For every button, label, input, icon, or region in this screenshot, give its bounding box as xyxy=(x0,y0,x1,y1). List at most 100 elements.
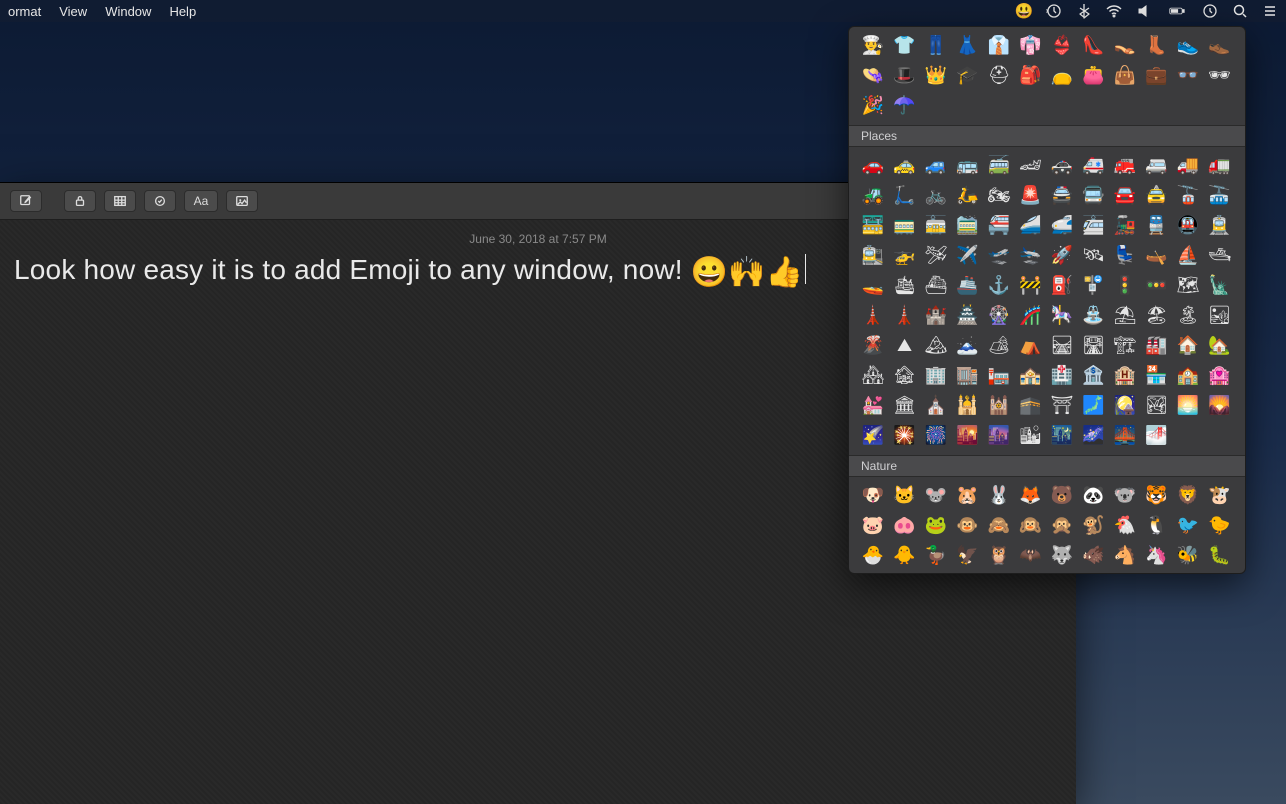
emoji-cell[interactable]: 🛴 xyxy=(893,183,917,207)
volume-icon[interactable] xyxy=(1136,3,1152,19)
emoji-cell[interactable]: 🚨 xyxy=(1019,183,1043,207)
emoji-cell[interactable]: 🗼 xyxy=(861,303,885,327)
emoji-cell[interactable]: ⛰ xyxy=(893,333,917,357)
emoji-cell[interactable]: 🎡 xyxy=(987,303,1011,327)
battery-icon[interactable] xyxy=(1166,3,1188,19)
notification-center-icon[interactable] xyxy=(1262,3,1278,19)
emoji-cell[interactable]: 🏬 xyxy=(956,363,980,387)
emoji-cell[interactable]: 🏰 xyxy=(924,303,948,327)
emoji-cell[interactable]: 🏡 xyxy=(1208,333,1232,357)
emoji-menu-icon[interactable]: 😃 xyxy=(1016,3,1032,19)
emoji-cell[interactable]: 🚃 xyxy=(893,213,917,237)
emoji-cell[interactable]: 🐷 xyxy=(861,513,885,537)
emoji-cell[interactable]: 👙 xyxy=(1050,33,1074,57)
emoji-cell[interactable]: 🚢 xyxy=(956,273,980,297)
emoji-cell[interactable]: 🏢 xyxy=(924,363,948,387)
emoji-cell[interactable]: 🌄 xyxy=(1208,393,1232,417)
emoji-cell[interactable]: 🛳 xyxy=(893,273,917,297)
emoji-cell[interactable]: 🏦 xyxy=(1082,363,1106,387)
emoji-cell[interactable]: 🚘 xyxy=(1113,183,1137,207)
emoji-cell[interactable]: 🚧 xyxy=(1019,273,1043,297)
emoji-cell[interactable]: 👛 xyxy=(1082,63,1106,87)
emoji-cell[interactable]: 👖 xyxy=(924,33,948,57)
emoji-cell[interactable]: 🐸 xyxy=(924,513,948,537)
emoji-cell[interactable]: 🚎 xyxy=(987,153,1011,177)
emoji-cell[interactable]: 🚞 xyxy=(956,213,980,237)
emoji-cell[interactable]: 🚂 xyxy=(1113,213,1137,237)
emoji-cell[interactable]: 🏯 xyxy=(956,303,980,327)
emoji-cell[interactable]: 🕶 xyxy=(1208,63,1232,87)
photo-button[interactable] xyxy=(226,190,258,212)
emoji-cell[interactable]: 🚄 xyxy=(1019,213,1043,237)
emoji-cell[interactable]: 🚝 xyxy=(987,213,1011,237)
emoji-cell[interactable]: ☂️ xyxy=(893,93,917,117)
emoji-cell[interactable]: ⛩ xyxy=(1050,393,1074,417)
emoji-cell[interactable]: 🐹 xyxy=(956,483,980,507)
emoji-cell[interactable]: 🐥 xyxy=(893,543,917,567)
emoji-cell[interactable]: 🐻 xyxy=(1050,483,1074,507)
menu-format[interactable]: ormat xyxy=(8,4,41,19)
emoji-cell[interactable]: 🚒 xyxy=(1113,153,1137,177)
emoji-cell[interactable]: 🌉 xyxy=(1113,423,1137,447)
emoji-cell[interactable]: 🐱 xyxy=(893,483,917,507)
emoji-cell[interactable]: 🌌 xyxy=(1082,423,1106,447)
emoji-cell[interactable]: 🦉 xyxy=(987,543,1011,567)
emoji-cell[interactable]: 🛫 xyxy=(987,243,1011,267)
emoji-cell[interactable]: 🏍 xyxy=(987,183,1011,207)
emoji-cell[interactable]: 🏕 xyxy=(987,333,1011,357)
emoji-cell[interactable]: 🎓 xyxy=(956,63,980,87)
emoji-cell[interactable]: 🦇 xyxy=(1019,543,1043,567)
emoji-cell[interactable]: 🌅 xyxy=(1176,393,1200,417)
emoji-cell[interactable]: 🚟 xyxy=(861,213,885,237)
emoji-cell[interactable]: 🚌 xyxy=(956,153,980,177)
emoji-cell[interactable]: 🕋 xyxy=(1019,393,1043,417)
emoji-cell[interactable]: 🚀 xyxy=(1050,243,1074,267)
emoji-cell[interactable]: 🌋 xyxy=(861,333,885,357)
table-button[interactable] xyxy=(104,190,136,212)
emoji-cell[interactable]: 👞 xyxy=(1208,33,1232,57)
emoji-cell[interactable]: 🎆 xyxy=(924,423,948,447)
emoji-cell[interactable]: 🗻 xyxy=(956,333,980,357)
emoji-cell[interactable]: ⛽️ xyxy=(1050,273,1074,297)
menu-window[interactable]: Window xyxy=(105,4,151,19)
emoji-cell[interactable]: 🛬 xyxy=(1019,243,1043,267)
emoji-cell[interactable]: 🚍 xyxy=(1082,183,1106,207)
emoji-cell[interactable]: 🚆 xyxy=(1145,213,1169,237)
emoji-cell[interactable]: 👝 xyxy=(1050,63,1074,87)
emoji-cell[interactable]: 🎑 xyxy=(1113,393,1137,417)
emoji-cell[interactable]: ⚓️ xyxy=(987,273,1011,297)
emoji-cell[interactable]: 👓 xyxy=(1176,63,1200,87)
emoji-cell[interactable]: 🚊 xyxy=(1208,213,1232,237)
emoji-cell[interactable]: 🚲 xyxy=(924,183,948,207)
emoji-cell[interactable]: 🏖 xyxy=(1145,303,1169,327)
wifi-icon[interactable] xyxy=(1106,3,1122,19)
emoji-cell[interactable]: 🐺 xyxy=(1050,543,1074,567)
emoji-cell[interactable]: 🚜 xyxy=(861,183,885,207)
emoji-cell[interactable]: 🐧 xyxy=(1145,513,1169,537)
emoji-cell[interactable]: 🕌 xyxy=(956,393,980,417)
clock-icon[interactable] xyxy=(1202,3,1218,19)
emoji-cell[interactable]: 🚛 xyxy=(1208,153,1232,177)
emoji-cell[interactable]: 👔 xyxy=(987,33,1011,57)
emoji-cell[interactable]: 🚙 xyxy=(924,153,948,177)
emoji-cell[interactable]: 🎇 xyxy=(893,423,917,447)
menu-help[interactable]: Help xyxy=(169,4,196,19)
emoji-cell[interactable]: 🐯 xyxy=(1145,483,1169,507)
emoji-cell[interactable]: 🏥 xyxy=(1050,363,1074,387)
emoji-cell[interactable]: 🚋 xyxy=(924,213,948,237)
emoji-cell[interactable]: 👢 xyxy=(1145,33,1169,57)
emoji-cell[interactable]: 🐭 xyxy=(924,483,948,507)
menu-view[interactable]: View xyxy=(59,4,87,19)
emoji-cell[interactable]: 🐽 xyxy=(893,513,917,537)
emoji-cell[interactable]: 🚠 xyxy=(1208,183,1232,207)
emoji-cell[interactable]: 🏎 xyxy=(1019,153,1043,177)
emoji-cell[interactable]: 🚏 xyxy=(1082,273,1106,297)
emoji-cell[interactable]: 🛤 xyxy=(1050,333,1074,357)
emoji-cell[interactable]: 🦄 xyxy=(1145,543,1169,567)
emoji-cell[interactable]: 👟 xyxy=(1176,33,1200,57)
emoji-cell[interactable]: 🙊 xyxy=(1050,513,1074,537)
emoji-cell[interactable]: 🏛 xyxy=(893,393,917,417)
emoji-cell[interactable]: 🐦 xyxy=(1176,513,1200,537)
emoji-cell[interactable]: 🐵 xyxy=(956,513,980,537)
emoji-cell[interactable]: 👠 xyxy=(1082,33,1106,57)
